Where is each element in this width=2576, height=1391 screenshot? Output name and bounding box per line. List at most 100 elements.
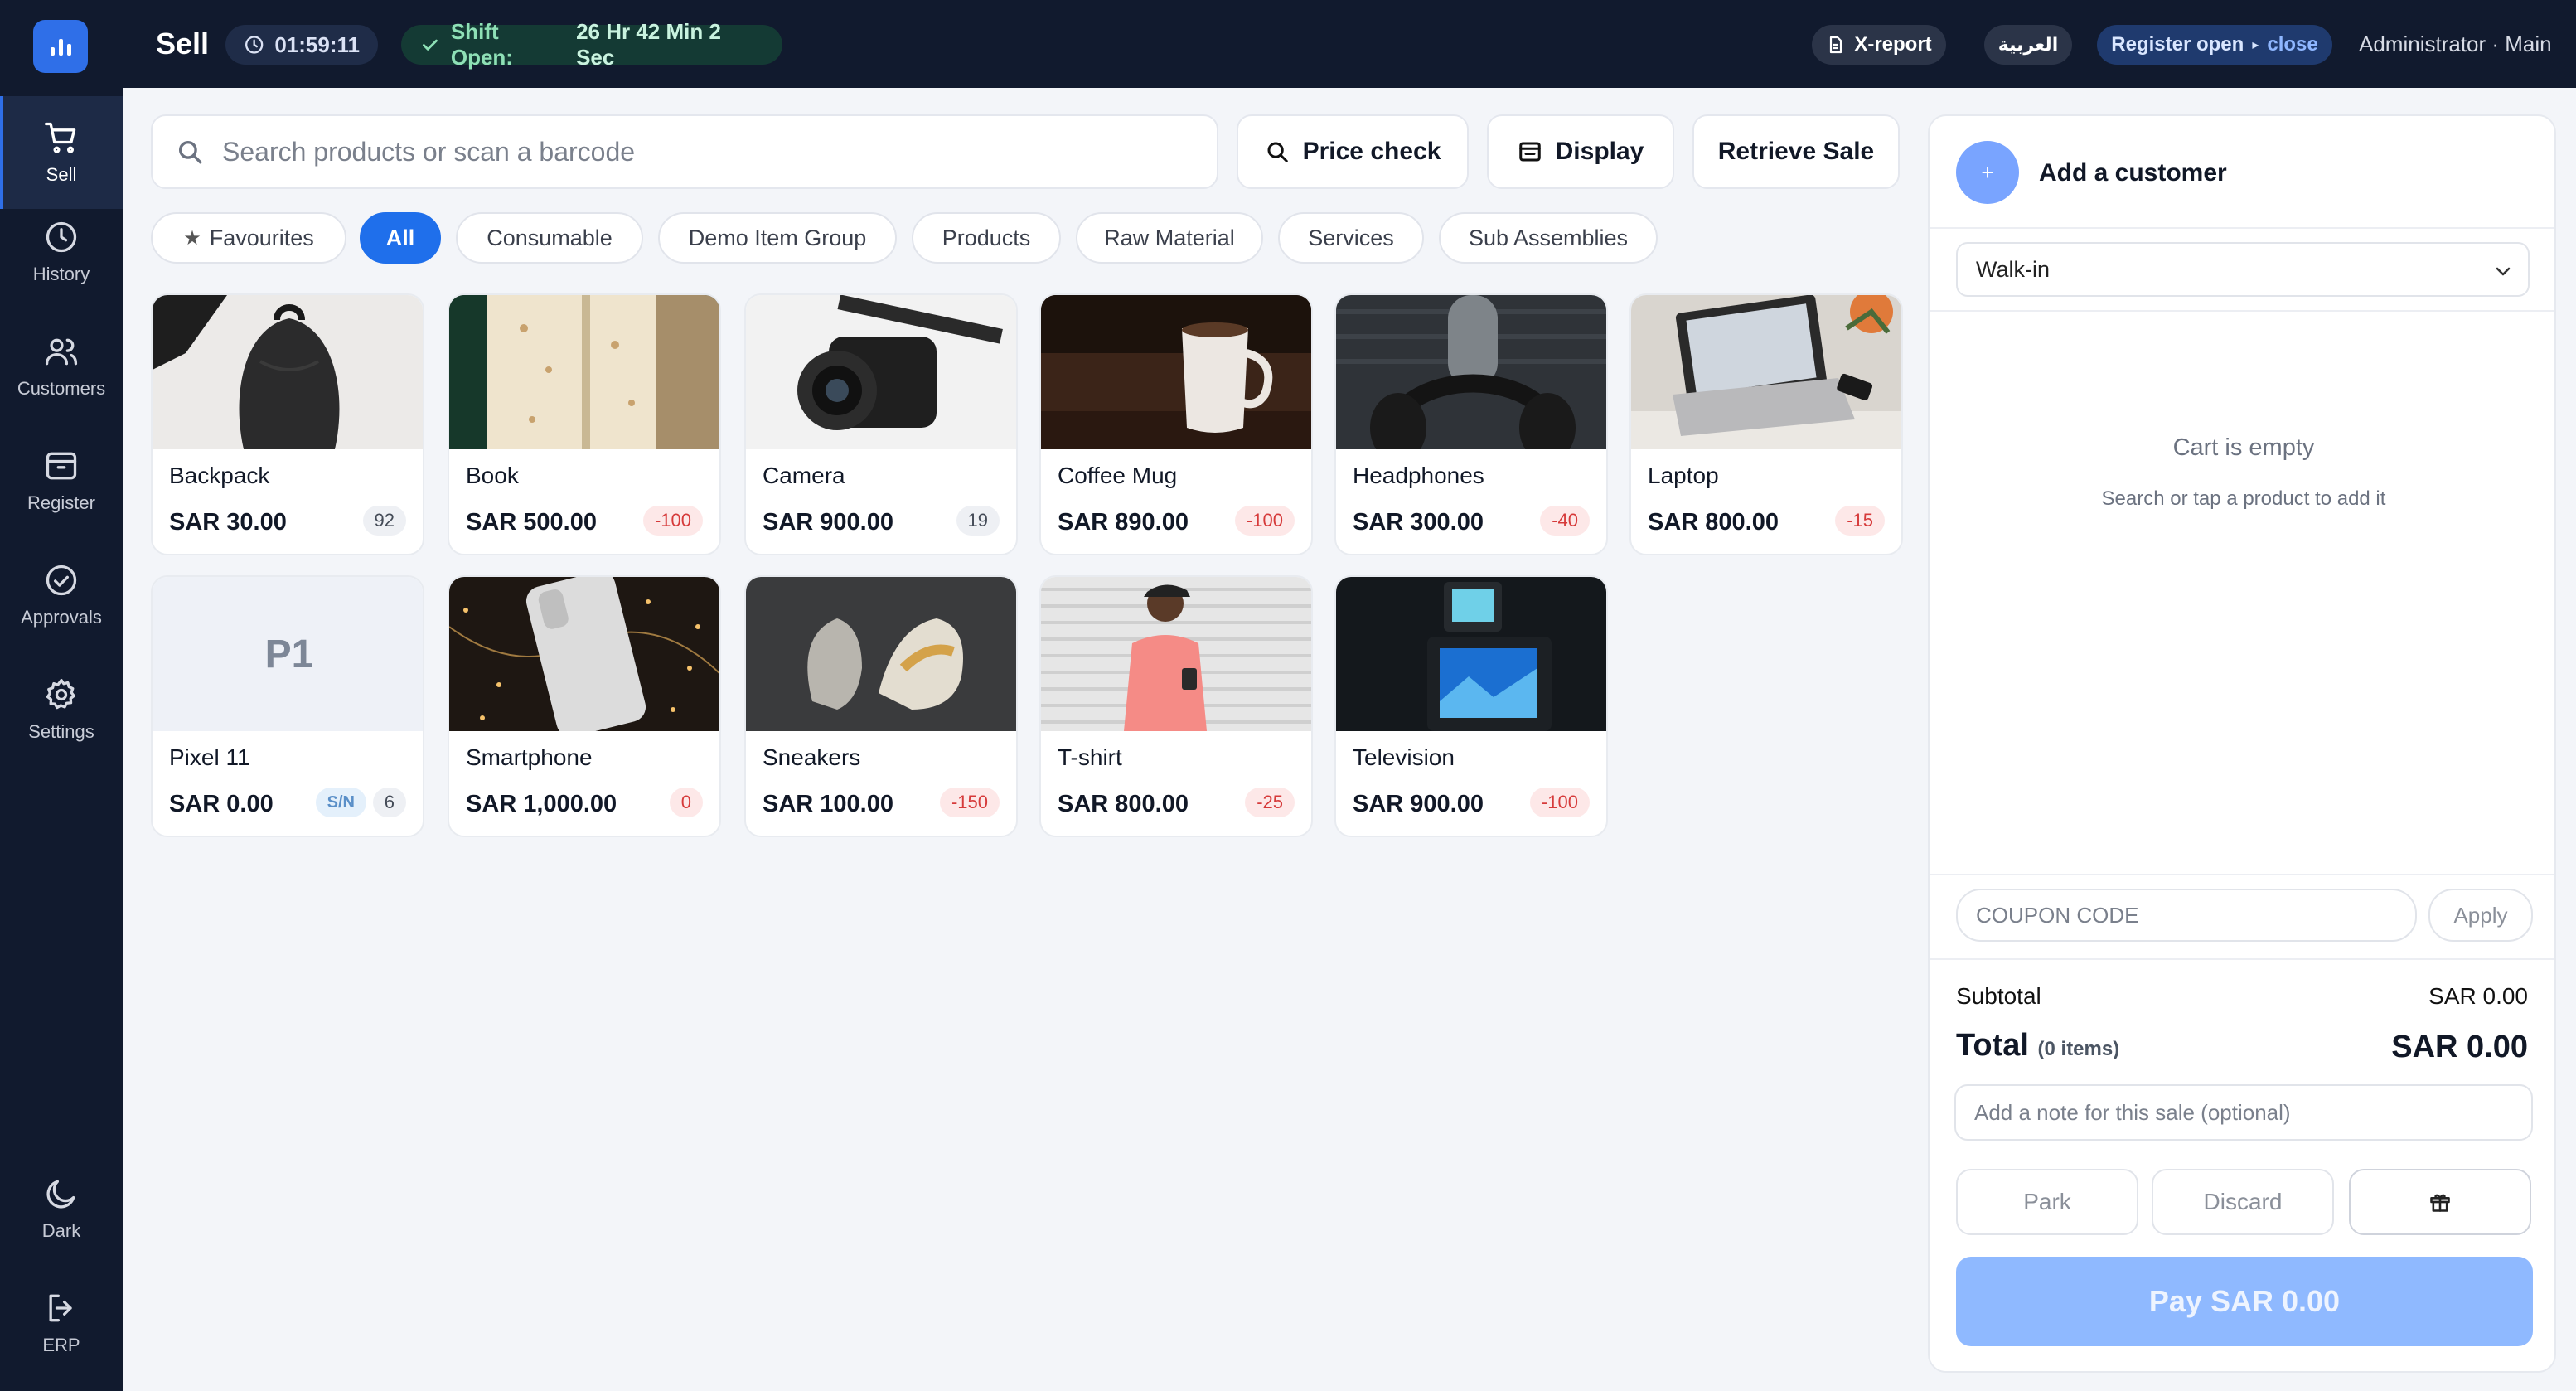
product-card-coffee-mug[interactable]: Coffee Mug SAR 890.00 -100 <box>1039 293 1313 555</box>
retrieve-sale-button[interactable]: Retrieve Sale <box>1692 114 1900 189</box>
total-label-text: Total <box>1956 1028 2029 1063</box>
moon-icon <box>46 1180 75 1209</box>
cart-panel: + Add a customer Walk-in Cart is empty S… <box>1928 114 2556 1373</box>
product-price: SAR 1,000.00 <box>466 791 617 817</box>
product-image <box>449 295 719 449</box>
nav-item-settings[interactable]: Settings <box>0 653 123 766</box>
gift-icon <box>2430 1194 2450 1212</box>
product-image <box>449 577 719 731</box>
stock-badge: -15 <box>1835 506 1885 536</box>
product-card-television[interactable]: Television SAR 900.00 -100 <box>1334 575 1608 837</box>
page-title: Sell <box>156 27 210 61</box>
customer-selected-value: Walk-in <box>1976 256 2051 282</box>
category-chip-favourites[interactable]: ★ Favourites <box>151 212 346 264</box>
shift-duration: 26 Hr 42 Min 2 Sec <box>576 19 721 70</box>
product-card-t-shirt[interactable]: T-shirt SAR 800.00 -25 <box>1039 575 1313 837</box>
category-chip-consumable[interactable]: Consumable <box>456 212 643 264</box>
users-icon <box>45 338 78 366</box>
category-chip-demo-item-group[interactable]: Demo Item Group <box>658 212 897 264</box>
product-image <box>1041 295 1311 449</box>
stock-badge: -25 <box>1245 788 1295 817</box>
product-card-smartphone[interactable]: Smartphone SAR 1,000.00 0 <box>448 575 721 837</box>
add-customer-icon[interactable]: + <box>1956 141 2019 204</box>
current-user[interactable]: Administrator · Main <box>2359 32 2552 57</box>
pay-button[interactable]: Pay SAR 0.00 <box>1956 1257 2533 1346</box>
top-bar: Sell 01:59:11 Shift Open: 26 Hr 42 Min 2… <box>123 0 2576 88</box>
product-image <box>1336 577 1606 731</box>
register-icon <box>46 452 77 480</box>
nav-item-customers[interactable]: Customers <box>0 310 123 423</box>
product-card-backpack[interactable]: Backpack SAR 30.00 92 <box>151 293 424 555</box>
add-customer-button[interactable]: Add a customer <box>2039 159 2227 187</box>
product-card-headphones[interactable]: Headphones SAR 300.00 -40 <box>1334 293 1608 555</box>
chevron-down-icon <box>2496 267 2511 276</box>
subtotal-value: SAR 0.00 <box>2428 983 2528 1009</box>
product-image <box>1631 295 1901 449</box>
product-price: SAR 900.00 <box>763 509 893 536</box>
product-price: SAR 30.00 <box>169 509 287 536</box>
sale-note-input[interactable] <box>1974 1099 2513 1126</box>
product-card-camera[interactable]: Camera SAR 900.00 19 <box>744 293 1018 555</box>
product-price: SAR 890.00 <box>1058 509 1189 536</box>
product-search[interactable] <box>151 114 1218 189</box>
product-name: Smartphone <box>466 744 593 770</box>
product-name: Camera <box>763 463 845 488</box>
search-input[interactable] <box>222 136 1134 167</box>
cart-empty-hint: Search or tap a product to add it <box>2101 487 2386 510</box>
cart-empty-title: Cart is empty <box>2172 434 2315 461</box>
stock-badge: 0 <box>669 788 703 817</box>
product-image <box>153 295 423 449</box>
document-icon <box>1830 36 1842 54</box>
product-name: Coffee Mug <box>1058 463 1178 488</box>
register-close-link[interactable]: close <box>2267 33 2317 56</box>
park-button[interactable]: Park <box>1956 1169 2138 1235</box>
display-icon <box>1518 142 1541 162</box>
coupon-input[interactable] <box>1976 902 2390 928</box>
product-card-book[interactable]: Book SAR 500.00 -100 <box>448 293 721 555</box>
nav-item-approvals[interactable]: Approvals <box>0 539 123 652</box>
nav-label-dark: Dark <box>41 1220 81 1241</box>
category-chip-sub-assemblies[interactable]: Sub Assemblies <box>1439 212 1658 264</box>
register-status-button[interactable]: Register open ▸ close <box>2097 25 2332 65</box>
product-price: SAR 0.00 <box>169 791 274 817</box>
category-chip-raw-material[interactable]: Raw Material <box>1076 212 1263 264</box>
nav-label-register: Register <box>27 492 95 513</box>
nav-item-erp[interactable]: ERP <box>0 1267 123 1379</box>
register-separator: ▸ <box>2252 38 2259 52</box>
product-card-pixel-11[interactable]: P1 Pixel 11 SAR 0.00 S/N 6 <box>151 575 424 837</box>
price-check-button[interactable]: Price check <box>1237 114 1469 189</box>
check-icon <box>422 39 438 51</box>
product-image <box>746 295 1016 449</box>
x-report-button[interactable]: X-report <box>1812 25 1946 65</box>
product-placeholder-image: P1 <box>153 577 423 731</box>
category-chip-all[interactable]: All <box>360 212 441 264</box>
category-chip-products[interactable]: Products <box>912 212 1061 264</box>
nav-item-history[interactable]: History <box>0 196 123 308</box>
apply-coupon-button[interactable]: Apply <box>2428 889 2533 942</box>
clock-icon <box>46 221 77 253</box>
language-toggle[interactable]: العربية <box>1984 25 2072 65</box>
sale-note-field[interactable] <box>1954 1084 2533 1141</box>
nav-item-dark-mode[interactable]: Dark <box>0 1152 123 1265</box>
category-chip-services[interactable]: Services <box>1278 212 1424 264</box>
discard-button[interactable]: Discard <box>2152 1169 2334 1235</box>
product-card-laptop[interactable]: Laptop SAR 800.00 -15 <box>1629 293 1903 555</box>
coupon-field[interactable] <box>1956 889 2417 942</box>
logout-icon <box>49 1294 72 1322</box>
session-timer: 01:59:11 <box>225 25 378 65</box>
app-logo[interactable] <box>33 20 88 73</box>
stock-badge: 19 <box>956 506 1000 536</box>
product-card-sneakers[interactable]: Sneakers SAR 100.00 -150 <box>744 575 1018 837</box>
nav-item-register[interactable]: Register <box>0 424 123 537</box>
gear-icon <box>46 678 75 710</box>
total-items-count: (0 items) <box>2037 1038 2120 1060</box>
nav-label-history: History <box>32 264 90 284</box>
product-image <box>1336 295 1606 449</box>
gift-button[interactable] <box>2349 1169 2531 1235</box>
nav-item-sell[interactable]: Sell <box>0 96 123 209</box>
customer-select[interactable]: Walk-in <box>1956 242 2530 297</box>
display-button[interactable]: Display <box>1487 114 1674 189</box>
register-status-label: Register open <box>2111 33 2244 56</box>
stock-badge: -100 <box>642 506 703 536</box>
product-price: SAR 300.00 <box>1353 509 1484 536</box>
